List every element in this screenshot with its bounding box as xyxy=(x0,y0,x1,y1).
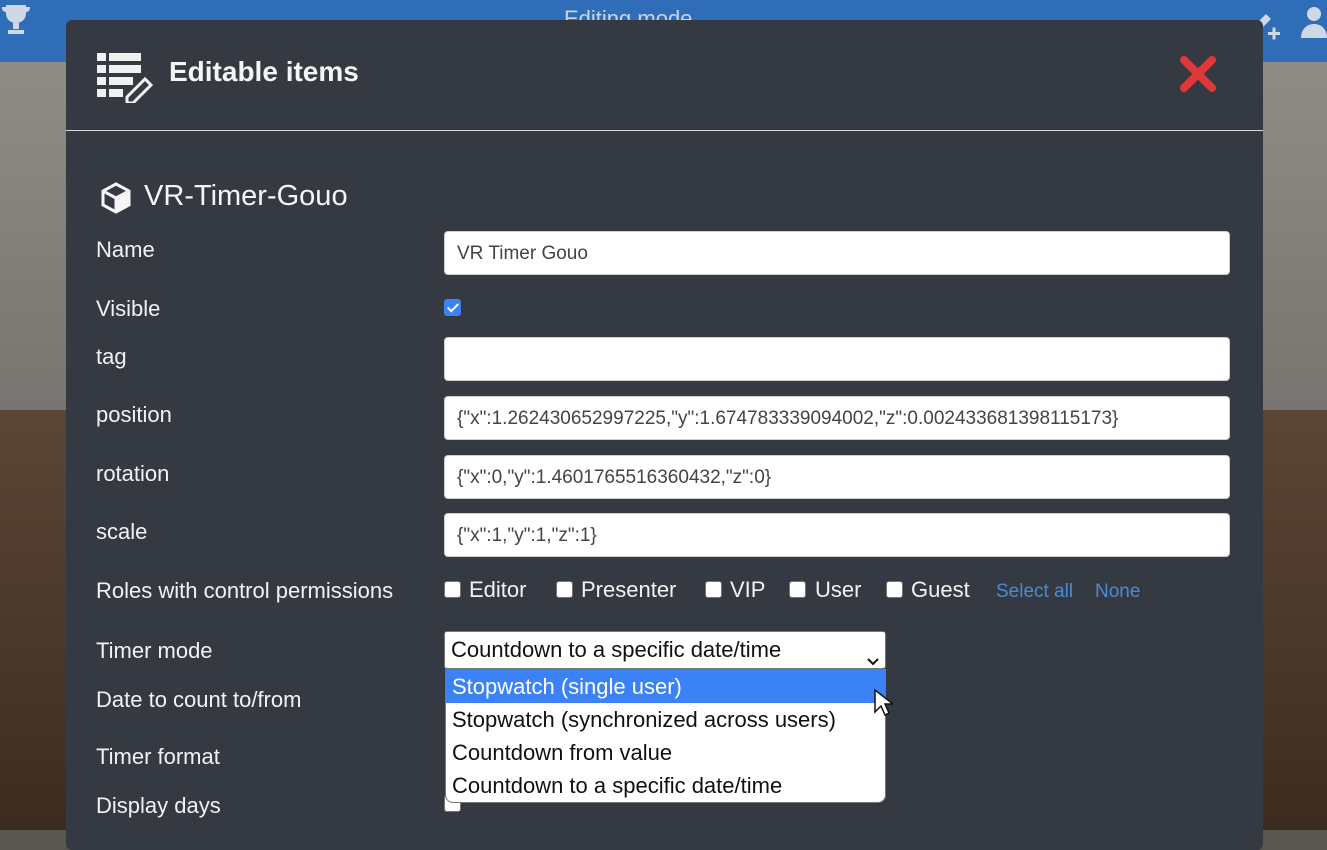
visible-label: Visible xyxy=(96,296,161,321)
timer-mode-dropdown: Stopwatch (single user) Stopwatch (synch… xyxy=(445,669,886,803)
scale-label: scale xyxy=(96,519,148,544)
position-label: position xyxy=(96,402,172,427)
timer-mode-select[interactable]: Countdown to a specific date/time xyxy=(444,631,886,669)
visible-checkbox[interactable] xyxy=(444,299,461,316)
dropdown-option[interactable]: Stopwatch (synchronized across users) xyxy=(446,703,885,736)
role-guest-label: Guest xyxy=(911,577,970,602)
editable-items-modal: Editable items VR-Timer-Gouo Name VR Tim… xyxy=(66,20,1263,850)
edit-list-icon xyxy=(95,51,154,105)
trophy-icon[interactable] xyxy=(0,2,32,44)
role-guest-checkbox[interactable] xyxy=(886,581,903,598)
tag-input[interactable] xyxy=(444,337,1230,381)
cube-icon xyxy=(100,182,132,214)
role-vip-checkbox[interactable] xyxy=(705,581,722,598)
timer-mode-label: Timer mode xyxy=(96,638,213,663)
dropdown-option[interactable]: Countdown from value xyxy=(446,736,885,769)
modal-header: Editable items xyxy=(66,20,1263,131)
timer-format-label: Timer format xyxy=(96,744,220,769)
rotation-input[interactable]: {"x":0,"y":1.4601765516360432,"z":0} xyxy=(444,455,1230,499)
modal-title: Editable items xyxy=(169,56,359,87)
roles-label: Roles with control permissions xyxy=(96,578,394,603)
dropdown-option[interactable]: Countdown to a specific date/time xyxy=(446,769,885,802)
mouse-cursor-icon xyxy=(873,688,896,718)
select-none-link[interactable]: None xyxy=(1095,581,1140,603)
timer-mode-selected-value: Countdown to a specific date/time xyxy=(451,637,782,662)
tag-label: tag xyxy=(96,344,127,369)
scale-input[interactable]: {"x":1,"y":1,"z":1} xyxy=(444,513,1230,557)
role-editor-checkbox[interactable] xyxy=(444,581,461,598)
name-label: Name xyxy=(96,237,155,262)
chevron-down-icon xyxy=(867,642,879,666)
dropdown-option[interactable]: Stopwatch (single user) xyxy=(446,670,885,703)
role-presenter-label: Presenter xyxy=(581,577,677,602)
date-label: Date to count to/from xyxy=(96,687,302,712)
rotation-label: rotation xyxy=(96,461,170,486)
role-vip-label: VIP xyxy=(730,577,766,602)
role-presenter-checkbox[interactable] xyxy=(556,581,573,598)
close-x-icon[interactable] xyxy=(1178,54,1218,94)
display-days-label: Display days xyxy=(96,793,221,818)
select-all-link[interactable]: Select all xyxy=(996,581,1073,603)
name-input[interactable]: VR Timer Gouo xyxy=(444,231,1230,275)
role-editor-label: Editor xyxy=(469,577,527,602)
role-user-label: User xyxy=(815,577,862,602)
item-title: VR-Timer-Gouo xyxy=(144,180,348,212)
users-icon[interactable] xyxy=(1298,4,1327,48)
position-input[interactable]: {"x":1.262430652997225,"y":1.67478333909… xyxy=(444,396,1230,440)
role-user-checkbox[interactable] xyxy=(789,581,806,598)
